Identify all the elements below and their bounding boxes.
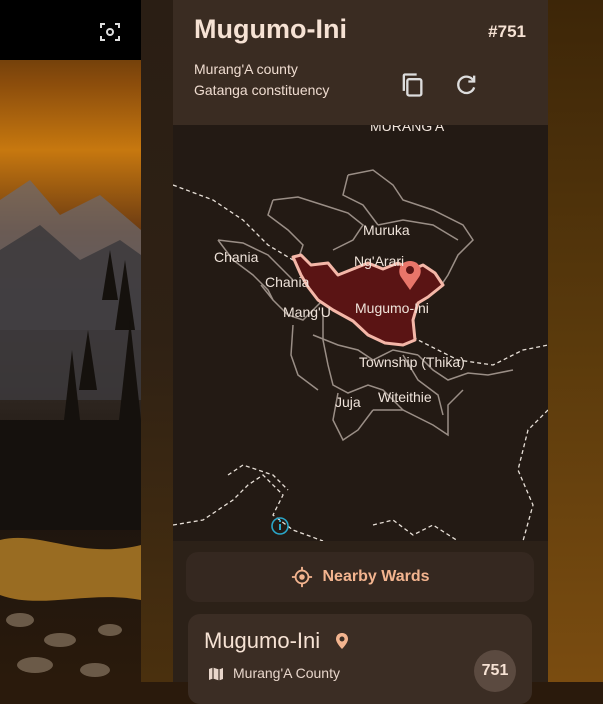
- nearby-wards-label: Nearby Wards: [322, 568, 430, 585]
- copy-icon[interactable]: [398, 71, 426, 99]
- screenshot-icon[interactable]: [98, 20, 122, 44]
- ward-title: Mugumo-Ini: [194, 14, 347, 44]
- map-label-township: Township (Thika): [359, 354, 465, 370]
- map-label-chania-2: Chania: [265, 274, 310, 290]
- ward-result-card[interactable]: Mugumo-Ini Murang'A County 751: [188, 614, 532, 704]
- nearby-wards-button[interactable]: Nearby Wards: [186, 552, 534, 602]
- location-pin-icon: [336, 633, 348, 649]
- ward-number: #751: [488, 22, 526, 41]
- refresh-icon[interactable]: [452, 71, 480, 99]
- county-text: Murang'A county: [194, 61, 298, 77]
- wallpaper-background: [0, 0, 141, 682]
- constituency-text: Gatanga constituency: [194, 82, 330, 98]
- map-label-mugumo-ini: Mugumo-Ini: [355, 300, 429, 316]
- map-label-ngarari: Ng'Arari: [354, 253, 404, 269]
- ward-number-badge: 751: [474, 650, 516, 692]
- status-bar: [0, 0, 141, 60]
- result-county: Murang'A County: [233, 665, 340, 681]
- divider-strip: [141, 0, 173, 682]
- result-ward-name: Mugumo-Ini: [204, 628, 321, 653]
- crosshair-icon: [291, 566, 312, 588]
- ward-header: Mugumo-Ini #751 Murang'A county Gatanga …: [173, 0, 548, 125]
- map-label-mangu: Mang'U: [283, 304, 331, 320]
- map-icon: [209, 667, 223, 681]
- map-label-witeithie: Witeithie: [378, 389, 432, 405]
- info-icon[interactable]: [271, 517, 289, 535]
- map-label-chania-1: Chania: [214, 249, 259, 265]
- wallpaper-scenery: [0, 180, 141, 677]
- ward-map[interactable]: MURANG'A Muruka Ng'Arari Chania Chania M…: [173, 125, 548, 541]
- map-label-muruka: Muruka: [363, 222, 410, 238]
- map-label-murang-a: MURANG'A: [370, 125, 445, 134]
- map-label-juja: Juja: [335, 394, 361, 410]
- ward-panel: Mugumo-Ini #751 Murang'A county Gatanga …: [173, 0, 548, 704]
- wallpaper-edge: [548, 0, 603, 682]
